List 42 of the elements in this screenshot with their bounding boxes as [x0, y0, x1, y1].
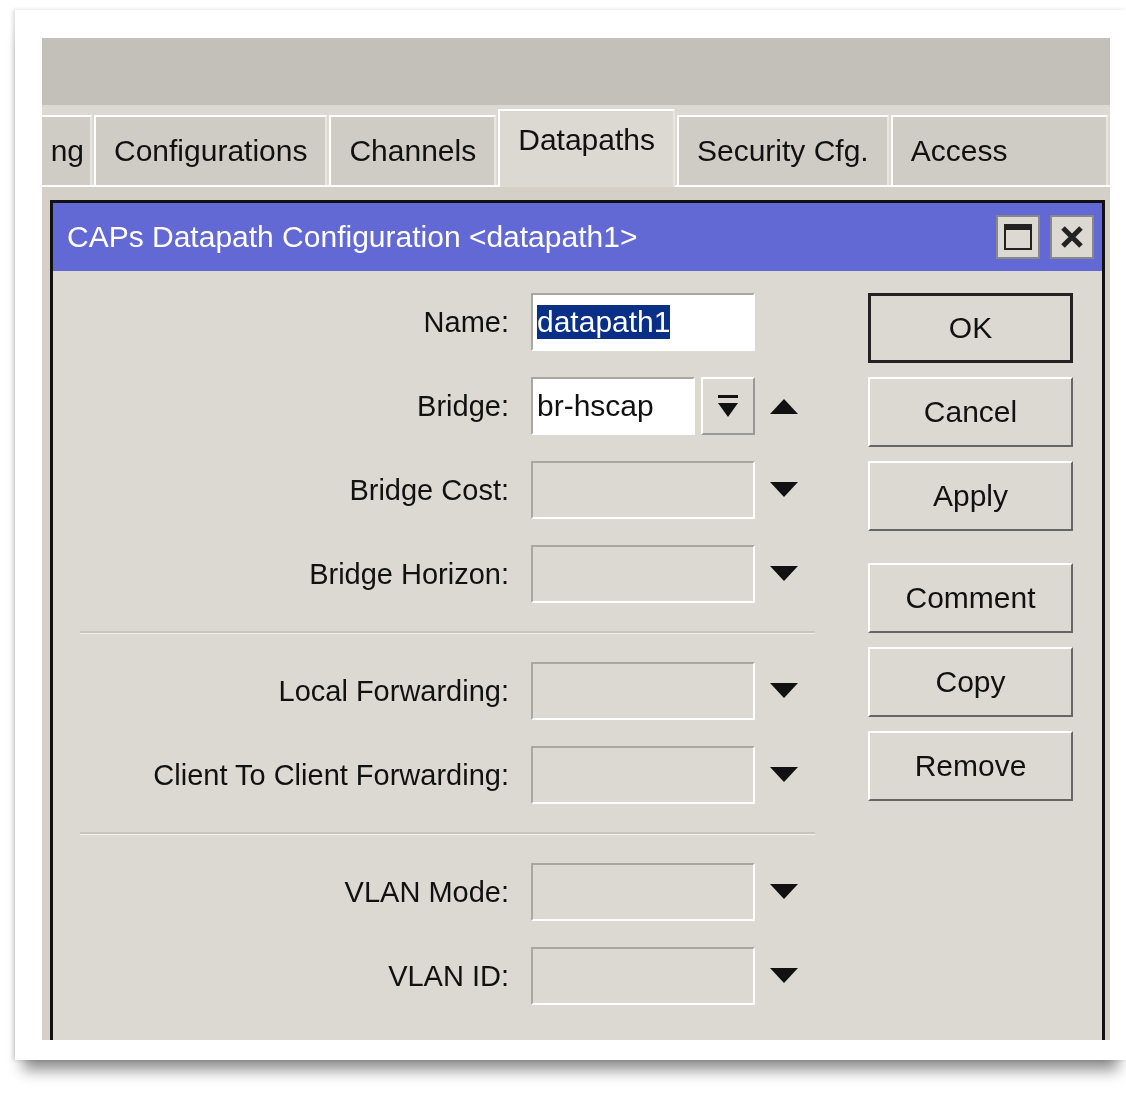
input-field[interactable]	[531, 662, 755, 720]
name-field[interactable]: datapath1	[531, 293, 755, 351]
dialog-button[interactable]: Remove	[868, 731, 1073, 801]
field-label: Client To Client Forwarding:	[152, 758, 509, 792]
field-label: Bridge Horizon:	[308, 557, 509, 591]
tab[interactable]: Access	[890, 115, 1108, 185]
input-field[interactable]	[531, 461, 755, 519]
dropdown-icon	[716, 393, 740, 419]
field-label: Local Forwarding:	[277, 674, 509, 708]
down-arrow-icon[interactable]	[768, 883, 800, 901]
input-field[interactable]	[531, 746, 755, 804]
down-arrow-icon[interactable]	[768, 682, 800, 700]
input-field[interactable]	[531, 947, 755, 1005]
down-arrow-icon[interactable]	[768, 967, 800, 985]
close-button[interactable]	[1050, 215, 1094, 259]
tab[interactable]: Channels	[329, 115, 497, 185]
field-label: Name:	[422, 305, 509, 339]
window-title: CAPs Datapath Configuration <datapath1>	[67, 220, 639, 254]
down-arrow-icon[interactable]	[768, 766, 800, 784]
close-icon	[1060, 225, 1084, 249]
dialog-button[interactable]: Apply	[868, 461, 1073, 531]
down-arrow-icon[interactable]	[768, 565, 800, 583]
dropdown-button[interactable]	[701, 377, 755, 435]
down-arrow-icon[interactable]	[768, 481, 800, 499]
dialog-button[interactable]: OK	[868, 293, 1073, 363]
tab[interactable]: Configurations	[94, 115, 328, 185]
field-label: Bridge Cost:	[348, 473, 509, 507]
tab[interactable]: Security Cfg.	[677, 115, 889, 185]
maximize-icon	[1003, 223, 1033, 251]
maximize-button[interactable]	[996, 215, 1040, 259]
dialog-button[interactable]: Comment	[868, 563, 1073, 633]
tab[interactable]: Datapaths	[498, 109, 675, 187]
tab[interactable]: ng	[42, 115, 92, 185]
input-field[interactable]	[531, 863, 755, 921]
input-field[interactable]	[531, 545, 755, 603]
bridge-field[interactable]: br-hscap	[531, 377, 695, 435]
field-label: VLAN Mode:	[343, 875, 509, 909]
dialog-button[interactable]: Copy	[868, 647, 1073, 717]
up-arrow-icon[interactable]	[768, 397, 800, 415]
field-label: VLAN ID:	[387, 959, 509, 993]
field-label: Bridge:	[416, 389, 509, 423]
dialog-button[interactable]: Cancel	[868, 377, 1073, 447]
